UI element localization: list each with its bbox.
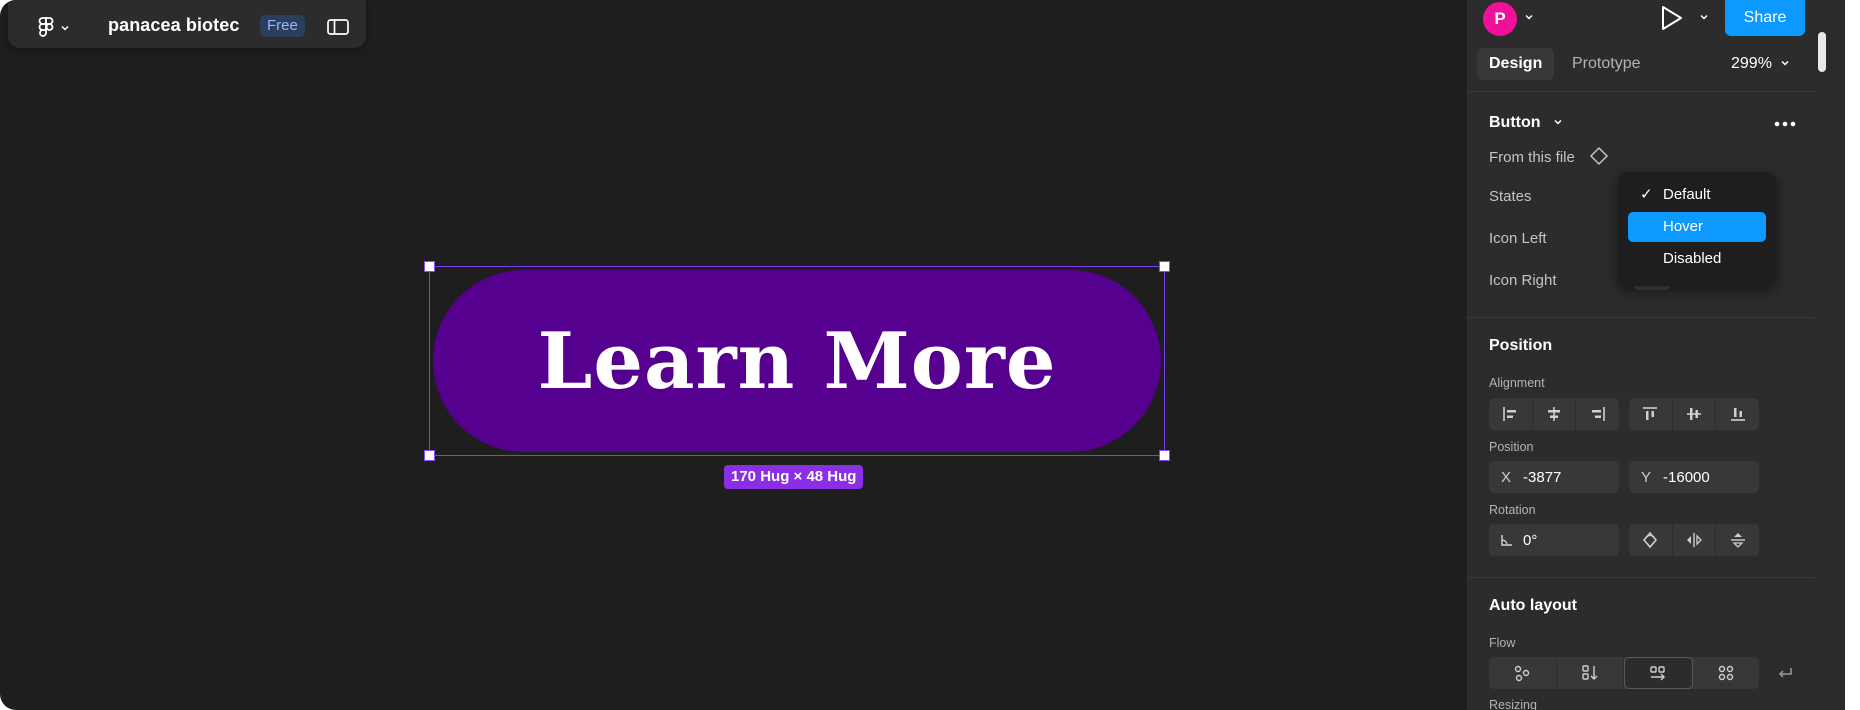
state-option-hover[interactable]: Hover [1628, 212, 1766, 242]
vertical-layout-icon [1582, 665, 1598, 680]
flow-freeform-button[interactable] [1489, 657, 1557, 689]
size-label: 170 Hug × 48 Hug [724, 465, 864, 489]
checkmark-icon: ✓ [1640, 186, 1653, 203]
align-center-h-button[interactable] [1533, 398, 1577, 430]
x-value: -3877 [1523, 468, 1562, 486]
resize-handle-top-left[interactable] [424, 261, 435, 272]
avatar[interactable]: P [1483, 2, 1517, 36]
align-middle-icon [1687, 408, 1701, 420]
align-top-button[interactable] [1629, 398, 1673, 430]
horizontal-layout-icon [1650, 666, 1666, 681]
rotate-icon [1643, 531, 1658, 549]
flip-horizontal-button[interactable] [1673, 524, 1717, 556]
selected-frame[interactable]: Learn More [424, 261, 1170, 461]
flow-vertical-button[interactable] [1557, 657, 1624, 689]
resize-handle-bottom-left[interactable] [424, 450, 435, 461]
auto-layout-section-title: Auto layout [1489, 597, 1577, 614]
sidebar-toggle-icon[interactable] [326, 17, 350, 37]
window-edge [1845, 0, 1860, 710]
y-value: -16000 [1663, 468, 1710, 486]
state-option-label: Disabled [1663, 250, 1722, 267]
prop-states-label: States [1489, 188, 1532, 205]
flow-label: Flow [1489, 636, 1516, 650]
prop-icon-left-label: Icon Left [1489, 230, 1547, 247]
state-option-label: Hover [1663, 218, 1704, 235]
align-top-icon [1643, 407, 1658, 420]
chevron-down-icon [1554, 119, 1562, 125]
main-menu-button[interactable] [28, 14, 84, 42]
figma-logo-icon [38, 17, 54, 37]
tab-design[interactable]: Design [1477, 48, 1555, 80]
states-dropdown-menu: ✓ Default Hover Disabled [1618, 172, 1776, 286]
transform-group [1629, 524, 1759, 556]
position-label: Position [1489, 440, 1534, 454]
align-middle-button[interactable] [1673, 398, 1717, 430]
scrollbar-track[interactable] [1815, 0, 1845, 710]
chevron-down-icon[interactable] [1699, 12, 1709, 22]
wrap-icon[interactable] [1775, 664, 1795, 684]
chevron-down-icon [61, 25, 69, 31]
more-options-icon[interactable] [1773, 114, 1797, 134]
resize-handle-top-right[interactable] [1159, 261, 1170, 272]
component-name: Button [1489, 114, 1541, 131]
chevron-down-icon[interactable] [1524, 12, 1534, 22]
rotation-input[interactable]: 0° [1489, 524, 1619, 556]
button-label-text[interactable]: Learn More [537, 316, 1056, 407]
grid-layout-icon [1718, 665, 1733, 681]
scrollbar-thumb[interactable] [1818, 32, 1826, 72]
flip-vertical-icon [1730, 533, 1745, 548]
learn-more-button-shape[interactable]: Learn More [433, 270, 1161, 452]
state-option-default[interactable]: ✓ Default [1628, 180, 1766, 210]
rotation-label: Rotation [1489, 503, 1536, 517]
plan-badge: Free [260, 15, 305, 37]
freeform-layout-icon [1515, 665, 1530, 682]
file-name[interactable]: panacea biotec [108, 15, 239, 36]
align-left-icon [1503, 407, 1517, 421]
rotation-value: 0° [1523, 531, 1538, 549]
zoom-value: 299% [1731, 55, 1772, 72]
align-center-horizontal-icon [1548, 407, 1560, 421]
zoom-level[interactable]: 299% [1731, 55, 1790, 73]
component-diamond-icon [1589, 146, 1609, 166]
share-button[interactable]: Share [1725, 0, 1805, 36]
flow-grid-button[interactable] [1693, 657, 1760, 689]
horizontal-align-group [1489, 398, 1619, 430]
x-prefix: X [1501, 468, 1512, 486]
align-right-button[interactable] [1576, 398, 1619, 430]
divider [1467, 577, 1815, 578]
rotate-90-button[interactable] [1629, 524, 1673, 556]
flow-direction-group [1489, 657, 1759, 689]
play-icon[interactable] [1658, 4, 1684, 32]
y-position-input[interactable]: Y -16000 [1629, 461, 1759, 493]
align-bottom-button[interactable] [1716, 398, 1759, 430]
vertical-align-group [1629, 398, 1759, 430]
component-source[interactable]: From this file [1489, 146, 1609, 166]
chevron-down-icon [1781, 60, 1789, 66]
state-option-label: Default [1663, 186, 1711, 203]
divider [1467, 91, 1815, 92]
position-section-title: Position [1489, 337, 1553, 354]
tab-prototype[interactable]: Prototype [1560, 48, 1652, 80]
align-left-button[interactable] [1489, 398, 1533, 430]
app-window: panacea biotec Free Learn More 170 Hug ×… [0, 0, 1860, 710]
component-title[interactable]: Button [1489, 114, 1563, 132]
angle-icon [1501, 535, 1512, 546]
prop-icon-right-label: Icon Right [1489, 272, 1557, 289]
flow-horizontal-button[interactable] [1624, 657, 1693, 689]
component-source-text: From this file [1489, 149, 1575, 166]
alignment-label: Alignment [1489, 376, 1545, 390]
resizing-label: Resizing [1489, 698, 1537, 710]
divider [1467, 317, 1815, 318]
state-option-disabled[interactable]: Disabled [1628, 244, 1766, 274]
y-prefix: Y [1641, 468, 1652, 486]
x-position-input[interactable]: X -3877 [1489, 461, 1619, 493]
flip-horizontal-icon [1687, 533, 1702, 547]
align-bottom-icon [1730, 408, 1745, 421]
flip-vertical-button[interactable] [1716, 524, 1759, 556]
resize-handle-bottom-right[interactable] [1159, 450, 1170, 461]
file-toolbar: panacea biotec Free [8, 0, 366, 48]
align-right-icon [1591, 407, 1605, 421]
properties-panel: P Share Design Prototype 299% Button Fro… [1467, 0, 1815, 710]
